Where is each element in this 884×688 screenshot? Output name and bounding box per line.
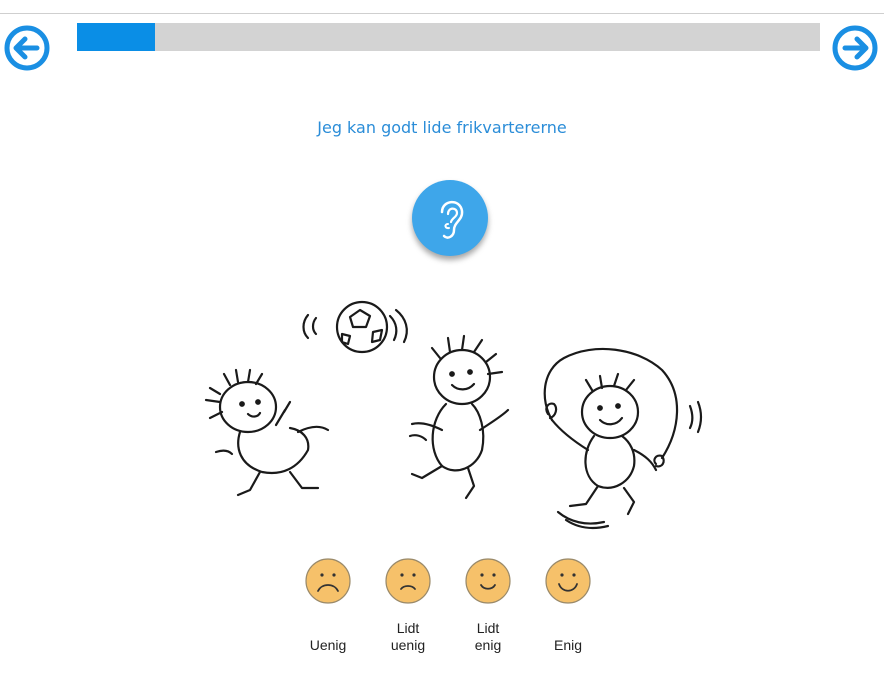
back-button[interactable] [2,23,52,73]
arrow-right-circle-icon [832,25,878,71]
answer-label-uenig: Uenig [309,637,347,653]
ear-icon [440,200,464,239]
question-text: Jeg kan godt lide frikvartererne [317,118,567,137]
slight-frown-face-icon [385,558,431,604]
progress-bar-fill [77,23,155,51]
answer-button-enig[interactable] [544,557,592,605]
top-divider [0,13,884,14]
progress-bar [77,23,820,51]
frown-face-icon [305,558,351,604]
answer-button-lidt-uenig[interactable] [384,557,432,605]
slight-smile-face-icon [465,558,511,604]
answer-label-lidt-uenig: Lidt uenig [390,620,426,653]
child-left-drawing [204,368,330,497]
smile-face-icon [545,558,591,604]
answer-button-lidt-enig[interactable] [464,557,512,605]
play-audio-button[interactable] [412,180,488,256]
answer-label-lidt-enig: Lidt enig [474,620,502,653]
children-playing-illustration [204,300,703,530]
arrow-left-circle-icon [4,25,50,71]
answer-button-uenig[interactable] [304,557,352,605]
child-right-drawing [543,347,703,530]
answer-label-enig: Enig [553,637,583,653]
forward-button[interactable] [830,23,880,73]
child-middle-drawing [408,334,510,500]
ball-drawing [302,300,408,354]
